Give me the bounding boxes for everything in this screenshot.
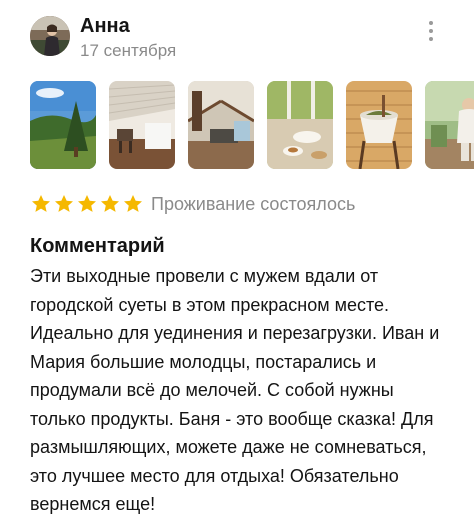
more-vertical-icon[interactable]	[424, 18, 438, 44]
star-icon	[55, 195, 73, 212]
rating-row: Проживание состоялось	[30, 192, 355, 216]
review-photo[interactable]	[346, 81, 412, 169]
stay-status: Проживание состоялось	[151, 193, 356, 214]
review-photo[interactable]	[425, 81, 474, 169]
review-photo[interactable]	[109, 81, 175, 169]
star-icon	[124, 195, 142, 212]
comment-body: Эти выходные провели с мужем вдали от го…	[30, 266, 440, 514]
review-header: Анна 17 сентября	[0, 0, 474, 72]
star-icon	[78, 195, 96, 212]
author-name[interactable]: Анна	[80, 15, 130, 38]
star-icon	[101, 195, 119, 212]
star-rating	[30, 193, 145, 215]
photo-gallery[interactable]	[30, 81, 474, 169]
review-photo[interactable]	[267, 81, 333, 169]
comment-heading: Комментарий	[30, 235, 165, 257]
avatar[interactable]	[30, 16, 70, 56]
review-photo[interactable]	[30, 81, 96, 169]
star-icon	[32, 195, 50, 212]
review-date: 17 сентября	[80, 41, 177, 60]
review-photo[interactable]	[188, 81, 254, 169]
